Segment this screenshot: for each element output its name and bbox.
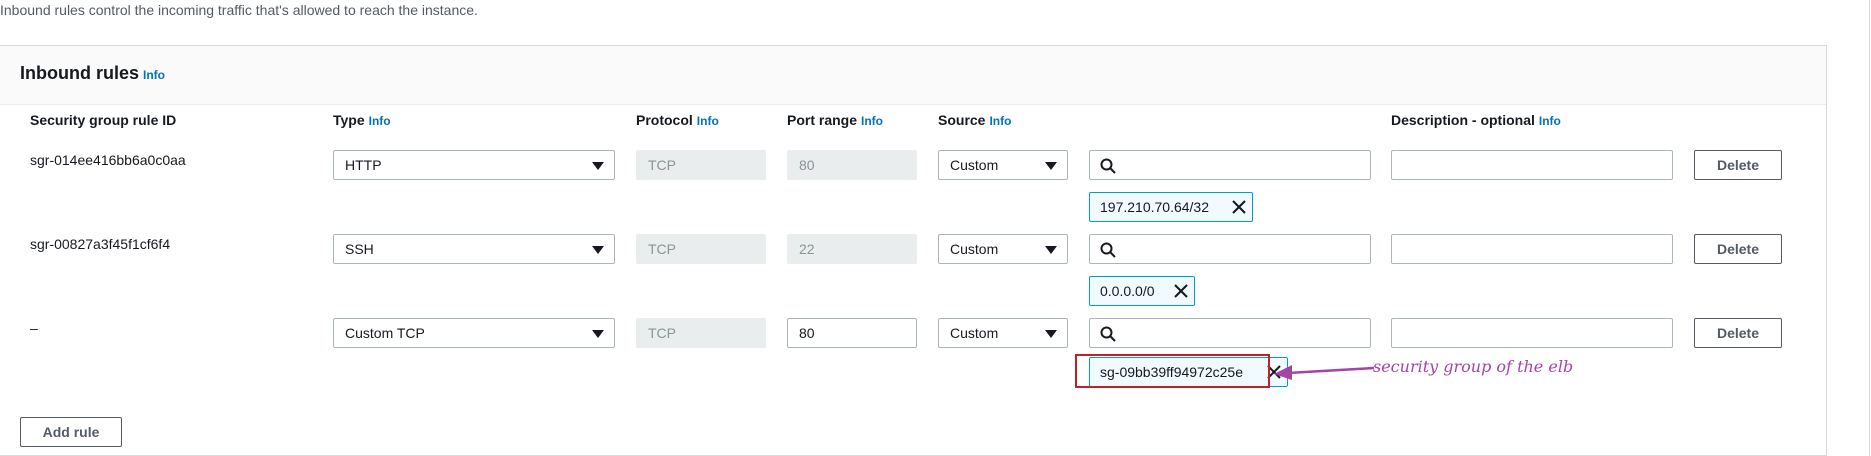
annotation-highlight-box (1075, 354, 1270, 388)
source-token-label: 0.0.0.0/0 (1100, 283, 1155, 299)
intro-text: Inbound rules control the incoming traff… (0, 2, 478, 18)
col-header-rule-id: Security group rule ID (30, 112, 176, 128)
description-info-link[interactable]: Info (1539, 114, 1561, 128)
source-select[interactable]: Custom (938, 318, 1068, 348)
page-edge-divider (1869, 0, 1870, 456)
close-icon[interactable] (1232, 200, 1246, 214)
source-search-input[interactable] (1089, 318, 1371, 348)
port-info-link[interactable]: Info (861, 114, 883, 128)
type-select[interactable]: SSH (333, 234, 615, 264)
source-info-link[interactable]: Info (989, 114, 1011, 128)
rule-id: sgr-00827a3f45f1cf6f4 (30, 236, 171, 252)
protocol-field: TCP (636, 150, 766, 180)
delete-button[interactable]: Delete (1694, 150, 1782, 180)
col-header-port-range-label: Port range (787, 112, 858, 128)
protocol-field: TCP (636, 318, 766, 348)
annotation-arrow-icon (1274, 365, 1375, 380)
source-select-value: Custom (950, 157, 999, 173)
type-select-value: HTTP (345, 157, 382, 173)
type-select-value: SSH (345, 241, 374, 257)
caret-down-icon (1045, 162, 1057, 170)
caret-down-icon (592, 162, 604, 170)
port-range-input[interactable]: 80 (787, 318, 917, 348)
annotation-label: security group of the elb (1373, 357, 1574, 376)
source-token: 197.210.70.64/32 (1089, 192, 1253, 222)
col-header-source: Source Info (938, 112, 1011, 128)
panel-title-text: Inbound rules (20, 63, 139, 83)
source-select-value: Custom (950, 325, 999, 341)
delete-button[interactable]: Delete (1694, 318, 1782, 348)
col-header-source-label: Source (938, 112, 986, 128)
panel-header: Inbound rules Info (0, 46, 1826, 105)
protocol-field: TCP (636, 234, 766, 264)
source-select[interactable]: Custom (938, 150, 1068, 180)
protocol-info-link[interactable]: Info (697, 114, 719, 128)
source-token: 0.0.0.0/0 (1089, 276, 1195, 306)
description-input[interactable] (1391, 234, 1673, 264)
col-header-type-label: Type (333, 112, 365, 128)
col-header-description-label: Description - optional (1391, 112, 1535, 128)
col-header-rule-id-label: Security group rule ID (30, 112, 177, 128)
source-select[interactable]: Custom (938, 234, 1068, 264)
type-select[interactable]: Custom TCP (333, 318, 615, 348)
add-rule-button[interactable]: Add rule (20, 417, 122, 447)
caret-down-icon (592, 246, 604, 254)
col-header-description: Description - optional Info (1391, 112, 1561, 128)
description-input[interactable] (1391, 150, 1673, 180)
col-header-protocol-label: Protocol (636, 112, 693, 128)
source-search-input[interactable] (1089, 234, 1371, 264)
col-header-port-range: Port range Info (787, 112, 883, 128)
rule-id: sgr-014ee416bb6a0c0aa (30, 152, 186, 168)
caret-down-icon (1045, 246, 1057, 254)
type-info-link[interactable]: Info (369, 114, 391, 128)
col-header-type: Type Info (333, 112, 391, 128)
caret-down-icon (1045, 330, 1057, 338)
rule-id: – (30, 320, 38, 336)
col-header-protocol: Protocol Info (636, 112, 719, 128)
search-icon (1100, 158, 1116, 174)
search-icon (1100, 326, 1116, 342)
search-icon (1100, 242, 1116, 258)
source-select-value: Custom (950, 241, 999, 257)
type-select-value: Custom TCP (345, 325, 425, 341)
port-range-field: 22 (787, 234, 917, 264)
source-search-input[interactable] (1089, 150, 1371, 180)
source-token-label: 197.210.70.64/32 (1100, 199, 1209, 215)
panel-title: Inbound rules Info (20, 63, 165, 84)
description-input[interactable] (1391, 318, 1673, 348)
close-icon[interactable] (1174, 284, 1188, 298)
delete-button[interactable]: Delete (1694, 234, 1782, 264)
caret-down-icon (592, 330, 604, 338)
port-range-field: 80 (787, 150, 917, 180)
info-link[interactable]: Info (143, 68, 165, 82)
type-select[interactable]: HTTP (333, 150, 615, 180)
